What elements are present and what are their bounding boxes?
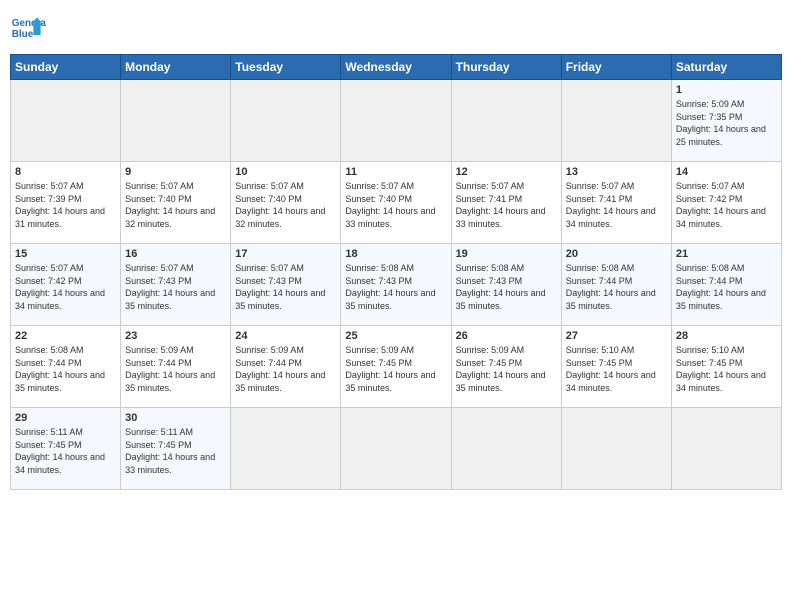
day-info: Sunrise: 5:09 AMSunset: 7:35 PMDaylight:…: [676, 99, 766, 147]
day-info: Sunrise: 5:07 AMSunset: 7:42 PMDaylight:…: [676, 181, 766, 229]
day-number: 9: [125, 166, 226, 178]
day-info: Sunrise: 5:08 AMSunset: 7:44 PMDaylight:…: [566, 263, 656, 311]
day-number: 11: [345, 166, 446, 178]
day-info: Sunrise: 5:11 AMSunset: 7:45 PMDaylight:…: [125, 427, 215, 475]
calendar-cell: 15 Sunrise: 5:07 AMSunset: 7:42 PMDayligh…: [11, 244, 121, 326]
calendar-cell: 10 Sunrise: 5:07 AMSunset: 7:40 PMDayligh…: [231, 162, 341, 244]
calendar-cell: 20 Sunrise: 5:08 AMSunset: 7:44 PMDayligh…: [561, 244, 671, 326]
day-info: Sunrise: 5:09 AMSunset: 7:44 PMDaylight:…: [235, 345, 325, 393]
day-number: 13: [566, 166, 667, 178]
day-number: 8: [15, 166, 116, 178]
day-info: Sunrise: 5:07 AMSunset: 7:43 PMDaylight:…: [235, 263, 325, 311]
calendar-table: SundayMondayTuesdayWednesdayThursdayFrid…: [10, 54, 782, 490]
calendar-cell: 12 Sunrise: 5:07 AMSunset: 7:41 PMDayligh…: [451, 162, 561, 244]
day-number: 18: [345, 248, 446, 260]
day-number: 19: [456, 248, 557, 260]
day-number: 16: [125, 248, 226, 260]
weekday-header-friday: Friday: [561, 55, 671, 80]
logo-icon: General Blue: [10, 10, 46, 46]
calendar-cell: [451, 408, 561, 490]
calendar-cell: 28 Sunrise: 5:10 AMSunset: 7:45 PMDayligh…: [671, 326, 781, 408]
calendar-cell: 29 Sunrise: 5:11 AMSunset: 7:45 PMDayligh…: [11, 408, 121, 490]
calendar-cell: 26 Sunrise: 5:09 AMSunset: 7:45 PMDayligh…: [451, 326, 561, 408]
calendar-cell: [561, 408, 671, 490]
day-info: Sunrise: 5:08 AMSunset: 7:43 PMDaylight:…: [345, 263, 435, 311]
day-info: Sunrise: 5:09 AMSunset: 7:45 PMDaylight:…: [456, 345, 546, 393]
day-number: 12: [456, 166, 557, 178]
day-number: 28: [676, 330, 777, 342]
calendar-cell: 23 Sunrise: 5:09 AMSunset: 7:44 PMDayligh…: [121, 326, 231, 408]
logo: General Blue: [10, 10, 46, 46]
calendar-cell: 27 Sunrise: 5:10 AMSunset: 7:45 PMDayligh…: [561, 326, 671, 408]
day-info: Sunrise: 5:07 AMSunset: 7:41 PMDaylight:…: [566, 181, 656, 229]
calendar-cell: [341, 80, 451, 162]
calendar-cell: 1 Sunrise: 5:09 AMSunset: 7:35 PMDaylight…: [671, 80, 781, 162]
calendar-cell: 21 Sunrise: 5:08 AMSunset: 7:44 PMDayligh…: [671, 244, 781, 326]
day-info: Sunrise: 5:11 AMSunset: 7:45 PMDaylight:…: [15, 427, 105, 475]
day-info: Sunrise: 5:07 AMSunset: 7:41 PMDaylight:…: [456, 181, 546, 229]
calendar-cell: 16 Sunrise: 5:07 AMSunset: 7:43 PMDayligh…: [121, 244, 231, 326]
day-info: Sunrise: 5:07 AMSunset: 7:40 PMDaylight:…: [345, 181, 435, 229]
day-info: Sunrise: 5:08 AMSunset: 7:44 PMDaylight:…: [676, 263, 766, 311]
day-info: Sunrise: 5:08 AMSunset: 7:43 PMDaylight:…: [456, 263, 546, 311]
weekday-header-tuesday: Tuesday: [231, 55, 341, 80]
day-number: 21: [676, 248, 777, 260]
weekday-header-monday: Monday: [121, 55, 231, 80]
day-number: 14: [676, 166, 777, 178]
weekday-header-thursday: Thursday: [451, 55, 561, 80]
calendar-cell: [121, 80, 231, 162]
day-number: 30: [125, 412, 226, 424]
day-number: 27: [566, 330, 667, 342]
svg-text:Blue: Blue: [12, 29, 34, 40]
calendar-cell: 24 Sunrise: 5:09 AMSunset: 7:44 PMDayligh…: [231, 326, 341, 408]
calendar-cell: 13 Sunrise: 5:07 AMSunset: 7:41 PMDayligh…: [561, 162, 671, 244]
day-number: 10: [235, 166, 336, 178]
day-info: Sunrise: 5:07 AMSunset: 7:40 PMDaylight:…: [235, 181, 325, 229]
calendar-cell: 14 Sunrise: 5:07 AMSunset: 7:42 PMDayligh…: [671, 162, 781, 244]
day-info: Sunrise: 5:09 AMSunset: 7:45 PMDaylight:…: [345, 345, 435, 393]
day-number: 15: [15, 248, 116, 260]
day-number: 1: [676, 84, 777, 96]
day-info: Sunrise: 5:07 AMSunset: 7:39 PMDaylight:…: [15, 181, 105, 229]
svg-text:General: General: [12, 18, 46, 29]
calendar-cell: 30 Sunrise: 5:11 AMSunset: 7:45 PMDayligh…: [121, 408, 231, 490]
calendar-cell: 17 Sunrise: 5:07 AMSunset: 7:43 PMDayligh…: [231, 244, 341, 326]
calendar-cell: [451, 80, 561, 162]
weekday-header-sunday: Sunday: [11, 55, 121, 80]
day-number: 17: [235, 248, 336, 260]
day-number: 26: [456, 330, 557, 342]
day-number: 24: [235, 330, 336, 342]
calendar-cell: [341, 408, 451, 490]
calendar-cell: 11 Sunrise: 5:07 AMSunset: 7:40 PMDayligh…: [341, 162, 451, 244]
day-number: 22: [15, 330, 116, 342]
day-info: Sunrise: 5:10 AMSunset: 7:45 PMDaylight:…: [676, 345, 766, 393]
day-number: 25: [345, 330, 446, 342]
calendar-cell: [561, 80, 671, 162]
calendar-cell: 22 Sunrise: 5:08 AMSunset: 7:44 PMDayligh…: [11, 326, 121, 408]
calendar-cell: [231, 408, 341, 490]
day-number: 29: [15, 412, 116, 424]
day-info: Sunrise: 5:08 AMSunset: 7:44 PMDaylight:…: [15, 345, 105, 393]
weekday-header-saturday: Saturday: [671, 55, 781, 80]
calendar-cell: 19 Sunrise: 5:08 AMSunset: 7:43 PMDayligh…: [451, 244, 561, 326]
calendar-cell: 25 Sunrise: 5:09 AMSunset: 7:45 PMDayligh…: [341, 326, 451, 408]
page-header: General Blue: [10, 10, 782, 46]
day-number: 23: [125, 330, 226, 342]
calendar-cell: 8 Sunrise: 5:07 AMSunset: 7:39 PMDaylight…: [11, 162, 121, 244]
day-number: 20: [566, 248, 667, 260]
day-info: Sunrise: 5:07 AMSunset: 7:42 PMDaylight:…: [15, 263, 105, 311]
calendar-cell: 9 Sunrise: 5:07 AMSunset: 7:40 PMDaylight…: [121, 162, 231, 244]
calendar-cell: [671, 408, 781, 490]
calendar-header: SundayMondayTuesdayWednesdayThursdayFrid…: [11, 55, 782, 80]
day-info: Sunrise: 5:07 AMSunset: 7:40 PMDaylight:…: [125, 181, 215, 229]
day-info: Sunrise: 5:09 AMSunset: 7:44 PMDaylight:…: [125, 345, 215, 393]
calendar-cell: 18 Sunrise: 5:08 AMSunset: 7:43 PMDayligh…: [341, 244, 451, 326]
calendar-cell: [231, 80, 341, 162]
day-info: Sunrise: 5:10 AMSunset: 7:45 PMDaylight:…: [566, 345, 656, 393]
calendar-cell: [11, 80, 121, 162]
weekday-header-wednesday: Wednesday: [341, 55, 451, 80]
day-info: Sunrise: 5:07 AMSunset: 7:43 PMDaylight:…: [125, 263, 215, 311]
